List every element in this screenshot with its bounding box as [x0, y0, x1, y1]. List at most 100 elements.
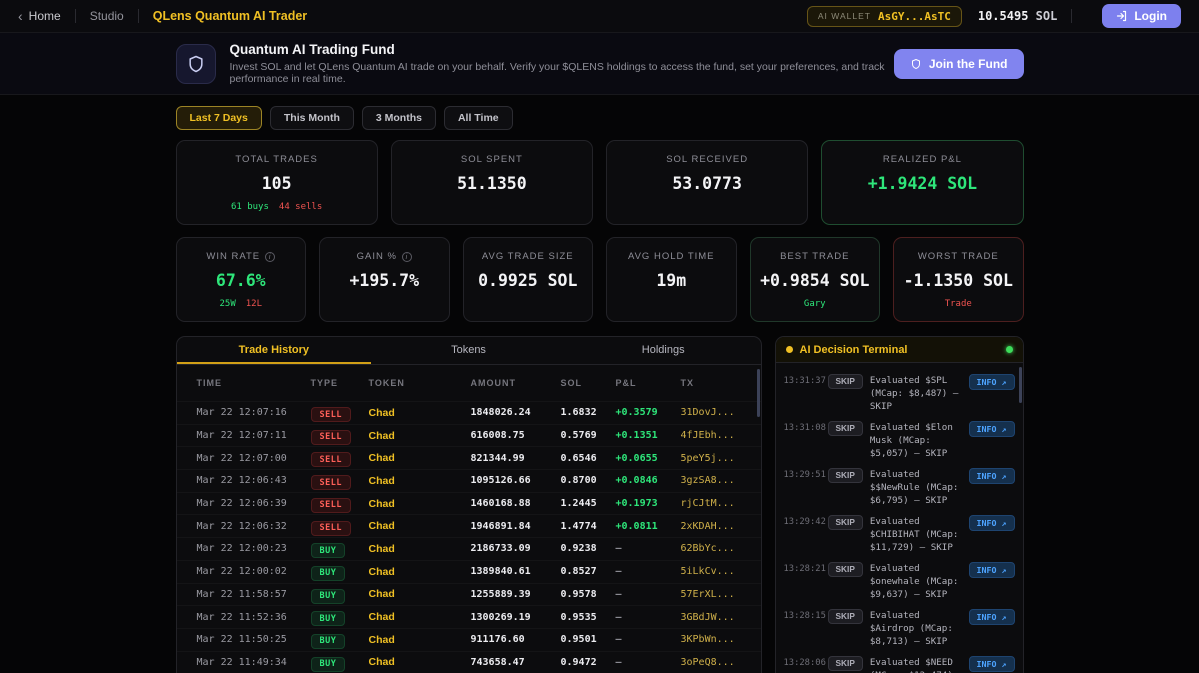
- login-button[interactable]: Login: [1102, 4, 1181, 28]
- table-row[interactable]: Mar 22 12:00:02 BUY Chad 1389840.61 0.8527 – 5…: [177, 560, 761, 583]
- external-link-icon: ↗: [1001, 470, 1007, 481]
- log-timestamp: 13:29:42: [783, 516, 826, 527]
- scrollbar[interactable]: [756, 369, 760, 417]
- trade-time: Mar 22 11:49:34: [196, 656, 287, 668]
- table-row[interactable]: Mar 22 12:07:16 SELL Chad 1848026.24 1.6832 +…: [177, 401, 761, 424]
- info-link[interactable]: INFO ↗: [968, 420, 1015, 437]
- chevron-left-icon: ‹: [18, 8, 23, 24]
- table-row[interactable]: Mar 22 11:49:34 BUY Chad 743658.47 0.9472 – 3o…: [177, 651, 761, 673]
- tx-link[interactable]: 3gzSA8...: [681, 475, 741, 486]
- skip-badge: SKIP: [827, 608, 863, 624]
- terminal-log: 13:31:37 SKIP Evaluated $SPL (MCap: $8,487…: [776, 363, 1023, 673]
- table-row[interactable]: Mar 22 12:00:23 BUY Chad 2186733.09 0.9238 – 6…: [177, 537, 761, 560]
- ai-wallet-badge[interactable]: AI WALLET AsGY...AsTC: [806, 5, 962, 27]
- table-row[interactable]: Mar 22 11:52:36 BUY Chad 1300269.19 0.9535 – 3…: [177, 605, 761, 628]
- scrollbar[interactable]: [1018, 367, 1022, 403]
- skip-badge: SKIP: [827, 467, 863, 483]
- trade-type-badge: BUY: [310, 633, 346, 649]
- token-name: Chad: [368, 474, 395, 487]
- trade-amount: 1095126.66: [470, 475, 531, 487]
- trade-type-badge: SELL: [310, 475, 351, 491]
- info-link[interactable]: INFO ↗: [968, 608, 1015, 625]
- stat-value: +1.9424 SOL: [867, 174, 978, 193]
- top-navbar: ‹ Home Studio QLens Quantum AI Trader AI…: [0, 0, 1199, 33]
- join-fund-button[interactable]: Join the Fund: [893, 48, 1024, 79]
- trade-amount: 2186733.09: [470, 543, 531, 555]
- trade-pnl: +0.0811: [615, 520, 658, 532]
- tx-link[interactable]: 3GBdJW...: [681, 612, 741, 623]
- token-name: Chad: [368, 429, 395, 442]
- tab-trade-history[interactable]: Trade History: [176, 337, 372, 364]
- terminal-entry: 13:31:37 SKIP Evaluated $SPL (MCap: $8,487…: [784, 370, 1015, 417]
- back-home-button[interactable]: ‹ Home: [18, 9, 61, 23]
- filter-3-months[interactable]: 3 Months: [361, 106, 436, 130]
- tx-link[interactable]: 4fJEbh...: [681, 430, 741, 441]
- tx-link[interactable]: 2xKDAH...: [681, 521, 741, 532]
- terminal-entry: 13:28:06SKIP Evaluated $NEED (MCap: $12,4…: [784, 652, 1015, 673]
- trade-pnl: –: [615, 543, 622, 555]
- tx-link[interactable]: 5iLkCv...: [681, 566, 741, 577]
- skip-badge: SKIP: [827, 514, 863, 530]
- stat-value: +0.9854 SOL: [760, 271, 870, 290]
- table-row[interactable]: Mar 22 11:50:25 BUY Chad 911176.60 0.9501 – 3K…: [177, 628, 761, 651]
- tx-link[interactable]: 57ErXL...: [681, 589, 741, 600]
- terminal-dot-icon: [785, 346, 793, 353]
- column-header-time: TIME: [196, 378, 222, 388]
- table-header-row: TIME TYPE TOKEN AMOUNT SOL P&L TX: [177, 365, 761, 401]
- nav-divider: [137, 9, 139, 23]
- skip-badge: SKIP: [827, 373, 863, 389]
- trade-pnl: +0.3579: [615, 407, 658, 419]
- trade-sol: 0.8527: [560, 566, 597, 578]
- external-link-icon: ↗: [1001, 517, 1007, 528]
- sol-balance-unit: SOL: [1035, 9, 1058, 23]
- table-row[interactable]: Mar 22 12:06:39 SELL Chad 1460168.88 1.2445 +…: [177, 492, 761, 515]
- tx-link[interactable]: 3KPbWn...: [681, 634, 741, 645]
- shield-icon: [175, 43, 216, 84]
- trade-type-badge: BUY: [310, 588, 346, 604]
- table-row[interactable]: Mar 22 11:58:57 BUY Chad 1255889.39 0.9578 – 5…: [177, 583, 761, 606]
- stat-label: REALIZED P&L: [882, 154, 962, 165]
- info-link[interactable]: INFO ↗: [968, 561, 1015, 578]
- trade-type-cell: SELL: [310, 517, 369, 536]
- tx-link[interactable]: 31DovJ...: [681, 407, 741, 418]
- tab-holdings[interactable]: Holdings: [566, 337, 761, 364]
- trade-type-cell: SELL: [310, 494, 369, 513]
- token-name: Chad: [368, 497, 395, 510]
- stat-card-total-trades: TOTAL TRADES 105 61 buys 44 sells: [175, 140, 378, 225]
- fund-hero-banner: Quantum AI Trading Fund Invest SOL and l…: [0, 33, 1199, 95]
- trade-amount: 1389840.61: [470, 566, 531, 578]
- info-link[interactable]: INFO ↗: [968, 514, 1015, 531]
- tx-link[interactable]: 62BbYc...: [681, 543, 741, 554]
- token-name: Chad: [368, 542, 395, 555]
- tx-link[interactable]: 3oPeQ8...: [681, 657, 741, 668]
- trade-amount: 911176.60: [470, 634, 525, 646]
- tx-link[interactable]: 5peY5j...: [681, 453, 741, 464]
- stat-sub-item: Gary: [803, 299, 826, 309]
- filter-all-time[interactable]: All Time: [443, 106, 513, 130]
- trade-sol: 0.9472: [560, 656, 597, 668]
- trade-sol: 0.9501: [560, 634, 597, 646]
- trade-type-badge: BUY: [310, 565, 346, 581]
- trade-pnl: +0.0846: [615, 475, 658, 487]
- external-link-icon: ↗: [1001, 611, 1007, 622]
- tab-tokens[interactable]: Tokens: [371, 337, 566, 364]
- nav-studio-link[interactable]: Studio: [90, 9, 124, 23]
- external-link-icon: ↗: [1001, 564, 1007, 575]
- trade-type-badge: SELL: [310, 452, 351, 468]
- column-header-p-l: P&L: [615, 378, 637, 388]
- stat-value: 53.0773: [672, 174, 742, 193]
- table-row[interactable]: Mar 22 12:06:43 SELL Chad 1095126.66 0.8700 +…: [177, 469, 761, 492]
- info-icon[interactable]: i: [265, 251, 276, 262]
- trade-pnl: –: [615, 611, 622, 623]
- info-link[interactable]: INFO ↗: [968, 467, 1015, 484]
- fund-title: Quantum AI Trading Fund: [229, 42, 395, 57]
- tx-link[interactable]: rjCJtM...: [681, 498, 741, 509]
- info-link[interactable]: INFO ↗: [968, 655, 1015, 672]
- info-link[interactable]: INFO ↗: [968, 373, 1015, 390]
- table-row[interactable]: Mar 22 12:07:00 SELL Chad 821344.99 0.6546 +0…: [177, 446, 761, 469]
- table-row[interactable]: Mar 22 12:06:32 SELL Chad 1946891.84 1.4774 +…: [177, 514, 761, 537]
- table-row[interactable]: Mar 22 12:07:11 SELL Chad 616008.75 0.5769 +0…: [177, 424, 761, 447]
- info-icon[interactable]: i: [401, 251, 412, 262]
- filter-this-month[interactable]: This Month: [269, 106, 354, 130]
- filter-last-7-days[interactable]: Last 7 Days: [175, 106, 262, 130]
